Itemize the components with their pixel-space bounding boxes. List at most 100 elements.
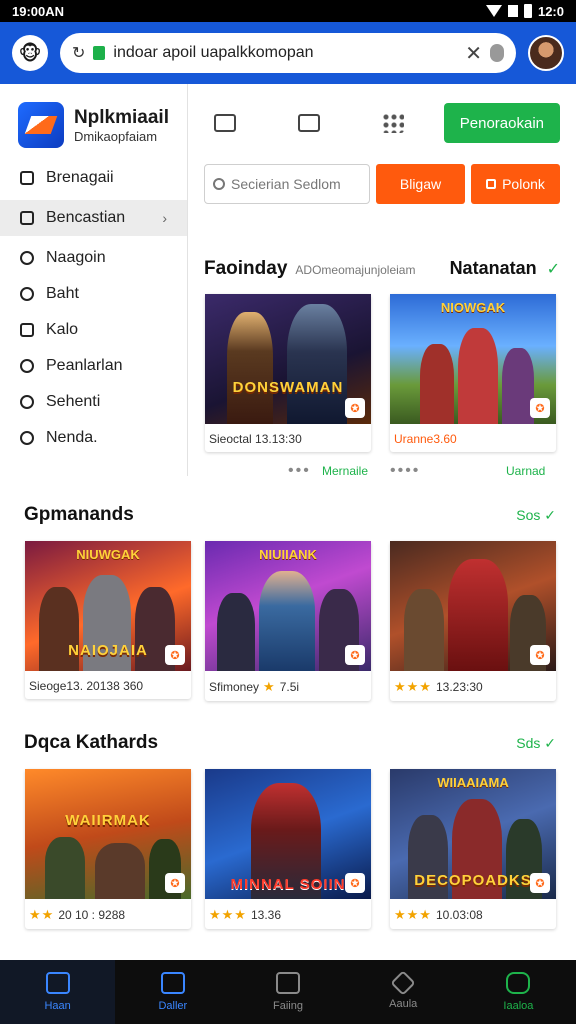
- sidebar-item-label: Kalo: [46, 321, 79, 338]
- tab-label: Haan: [44, 1000, 71, 1012]
- gamepad-icon: [20, 251, 34, 265]
- tab-store[interactable]: Faiing: [230, 960, 345, 1024]
- lock-icon: [93, 46, 106, 60]
- rating-badge-icon: ✪: [530, 873, 550, 893]
- game-rating: 20 10 : 9288: [58, 908, 126, 922]
- rating-badge-icon: ✪: [530, 398, 550, 418]
- filter-button-label: Bligaw: [399, 176, 442, 192]
- game-thumbnail: MINNAL SOIIN ✪: [205, 769, 371, 899]
- tab-explore[interactable]: Aaula: [346, 960, 461, 1024]
- sidebar-item-4[interactable]: Kalo: [0, 312, 187, 348]
- game-card[interactable]: MINNAL SOIIN ✪ ★★★ 13.36: [205, 769, 371, 929]
- game-meta: Sieoge13. 20138 360: [29, 679, 144, 693]
- star-icon: ★★: [29, 907, 55, 922]
- search-placeholder: Secierian Sedlom: [231, 176, 341, 192]
- sidebar-item-label: Nenda.: [46, 429, 98, 446]
- status-icons: 12:0: [485, 4, 564, 19]
- tab-profile[interactable]: Iaaloa: [461, 960, 576, 1024]
- game-thumbnail: ✪: [390, 541, 556, 671]
- view-single-icon[interactable]: [214, 114, 236, 132]
- game-card[interactable]: NIUWGAK NAIOJAIA ✪ Sieoge13. 20138 360: [25, 541, 191, 699]
- search-input[interactable]: Secierian Sedlom: [204, 164, 370, 204]
- game-card[interactable]: NIUIIANK ✪ Sfimoney ★ 7.5i: [205, 541, 371, 701]
- game-meta: Uranne3.60: [394, 432, 457, 446]
- game-card[interactable]: ✪ ★★★ 13.23:30: [390, 541, 556, 701]
- tab-home[interactable]: Haan: [0, 960, 116, 1024]
- shield-icon: [506, 972, 531, 994]
- reload-icon[interactable]: ↻: [72, 43, 85, 63]
- game-card[interactable]: DONSWAMAN ✪ Sieoctal 13.13:30: [205, 294, 371, 452]
- brand-logo-icon: [18, 102, 64, 148]
- view-window-icon[interactable]: [298, 114, 320, 132]
- card-foot-link[interactable]: Mernaile: [322, 464, 368, 478]
- sidebar-item-label: Sehenti: [46, 393, 101, 410]
- content-toolbar: Penoraokain: [204, 100, 560, 146]
- check-icon: ✓: [546, 261, 560, 278]
- sidebar-item-1[interactable]: Bencastian ›: [0, 200, 187, 236]
- chevron-right-icon: ›: [162, 210, 167, 226]
- avatar[interactable]: [528, 35, 564, 71]
- clear-icon[interactable]: ✕: [465, 41, 482, 66]
- tab-label: Aaula: [389, 998, 418, 1010]
- sidebar-item-3[interactable]: Baht: [0, 276, 187, 312]
- app-logo-icon[interactable]: 🐵: [12, 35, 48, 71]
- game-rating: 7.5i: [279, 680, 300, 694]
- rating-badge-icon: ✪: [345, 645, 365, 665]
- games-title: Gpmanands: [24, 504, 134, 525]
- game-meta: ★★ 20 10 : 9288: [25, 899, 191, 929]
- game-art-title: WIIAAIAMA: [437, 775, 509, 790]
- more-icon[interactable]: ••••: [390, 462, 420, 479]
- kathards-header: Dqca Kathards Sds ✓: [24, 732, 556, 754]
- game-card[interactable]: WIIAAIAMA DECOPOADKS ✪ ★★★ 10.03:08: [390, 769, 556, 929]
- primary-action-button[interactable]: Penoraokain: [443, 103, 560, 143]
- brand[interactable]: Nplkmiaail Dmikaopfaiam: [0, 84, 187, 160]
- featured-link[interactable]: Natanatan: [450, 258, 537, 279]
- game-art-title: NIUWGAK: [76, 547, 140, 562]
- filter-button[interactable]: Bligaw: [376, 164, 465, 204]
- signal-icon: [507, 5, 518, 17]
- game-meta: Sieoctal 13.13:30: [209, 432, 302, 446]
- game-thumbnail: WAIIRMAK ✪: [25, 769, 191, 899]
- sidebar-item-7[interactable]: Nenda.: [0, 420, 187, 456]
- apps-grid-icon[interactable]: [382, 113, 404, 133]
- game-card[interactable]: NIOWGAK ✪ Uranne3.60: [390, 294, 556, 452]
- game-thumbnail: NIOWGAK ✪: [390, 294, 556, 424]
- game-rating: 13.36: [250, 908, 281, 922]
- search-icon: [213, 178, 225, 190]
- games-see-all-link[interactable]: Sos ✓: [516, 507, 556, 524]
- diamond-icon: [390, 970, 416, 996]
- game-thumbnail: DONSWAMAN ✪: [205, 294, 371, 424]
- home-icon: [45, 972, 70, 994]
- featured-link-label: Natanatan: [449, 258, 537, 278]
- rating-badge-icon: ✪: [165, 873, 185, 893]
- sidebar-item-0[interactable]: Brenagaii: [0, 160, 187, 196]
- game-meta: ★★★ 13.36: [205, 899, 371, 929]
- sidebar-item-5[interactable]: Peanlarlan: [0, 348, 187, 384]
- calendar-icon: [20, 171, 34, 185]
- sort-button[interactable]: Polonk: [471, 164, 560, 204]
- tab-browse[interactable]: Daller: [115, 960, 231, 1024]
- store-icon: [276, 972, 300, 994]
- address-bar[interactable]: ↻ indoar apoil uapalkkomopan ✕: [60, 33, 516, 73]
- sidebar-item-6[interactable]: Sehenti: [0, 384, 187, 420]
- sort-icon: [486, 179, 497, 189]
- star-icon: ★★★: [394, 907, 432, 922]
- url-text[interactable]: indoar apoil uapalkkomopan: [113, 44, 457, 62]
- brand-subtitle: Dmikaopfaiam: [73, 128, 158, 144]
- game-card[interactable]: WAIIRMAK ✪ ★★ 20 10 : 9288: [25, 769, 191, 929]
- card-foot: •••: [288, 462, 311, 480]
- game-art-title: WAIIRMAK: [65, 812, 151, 829]
- game-rating: 13.23:30: [435, 680, 483, 694]
- sidebar-item-label: Baht: [46, 285, 79, 302]
- featured-header: Faoinday ADOmeomajunjoleiam Natanatan ✓: [204, 258, 560, 280]
- chat-icon: [20, 395, 34, 409]
- card-foot-link[interactable]: Uarnad: [506, 464, 545, 478]
- sidebar-item-label: Bencastian: [46, 209, 126, 226]
- card-foot: ••••: [390, 462, 420, 480]
- mic-icon[interactable]: [490, 44, 504, 62]
- sidebar-item-2[interactable]: Naagoin: [0, 240, 187, 276]
- more-icon[interactable]: •••: [288, 462, 311, 479]
- sidebar-item-label: Peanlarlan: [46, 357, 123, 374]
- kathards-see-all-link[interactable]: Sds ✓: [516, 735, 556, 752]
- sidebar: Nplkmiaail Dmikaopfaiam Brenagaii Bencas…: [0, 84, 188, 476]
